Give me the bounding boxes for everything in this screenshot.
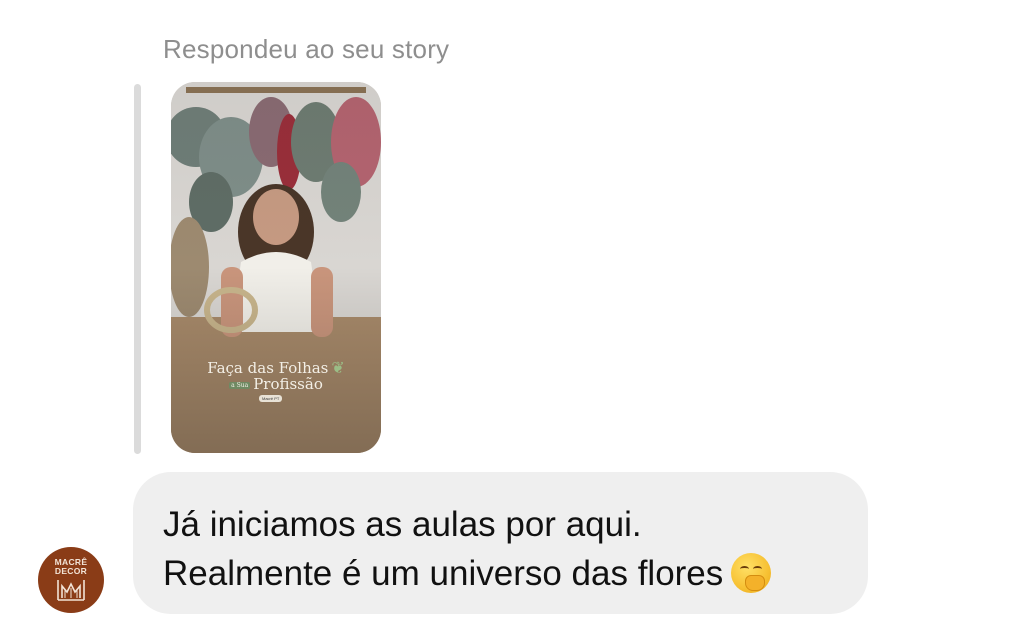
story-title-text-2: Profissão <box>253 375 323 393</box>
macre-decor-logo-icon <box>57 580 85 601</box>
avatar-brand: MACRÊ DECOR <box>55 558 88 576</box>
reply-label: Respondeu ao seu story <box>163 34 450 64</box>
message-line-2: Realmente é um universo das flores <box>163 549 772 598</box>
message-text: Já iniciamos as aulas por aqui. Realment… <box>163 500 772 598</box>
avatar-brand-line2: DECOR <box>54 566 88 576</box>
story-thumbnail[interactable]: Faça das Folhas ❦ a Sua Profissão Macrê PT <box>171 82 381 453</box>
story-title-small: a Sua <box>229 381 251 389</box>
story-title-line2: a Sua Profissão <box>171 375 381 393</box>
message-line-2-text: Realmente é um universo das flores <box>163 554 724 593</box>
reply-quote-bar <box>134 84 141 454</box>
face-with-hand-over-mouth-emoji-icon <box>731 553 772 593</box>
message-line-1: Já iniciamos as aulas por aqui. <box>163 505 642 544</box>
story-tag: Macrê PT <box>259 395 283 402</box>
sender-avatar[interactable]: MACRÊ DECOR <box>38 547 104 613</box>
